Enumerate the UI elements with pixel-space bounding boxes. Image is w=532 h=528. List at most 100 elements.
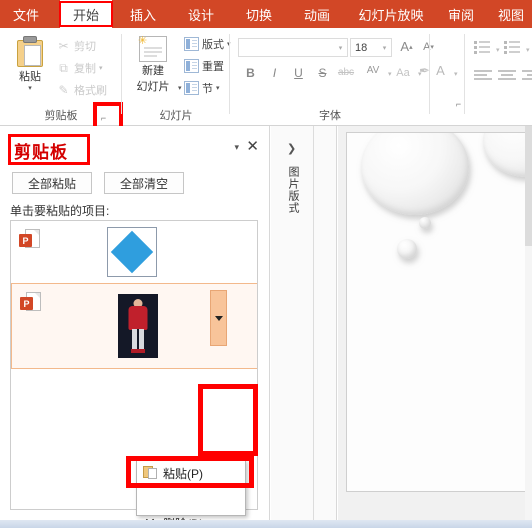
numbered-list-icon[interactable]: [504, 40, 520, 54]
pane-close-icon[interactable]: ✕: [246, 137, 259, 155]
bullet-list-icon[interactable]: [474, 40, 490, 54]
brush-icon: ✎: [58, 83, 69, 97]
bold-label: B: [246, 65, 255, 80]
section-caret-icon[interactable]: ▾: [216, 84, 220, 92]
paste-icon: [15, 36, 45, 68]
new-slide-caret-icon[interactable]: ▾: [178, 84, 182, 92]
clipboard-pane-hint: 单击要粘贴的项目:: [10, 204, 110, 218]
ribbon-group-clipboard: 粘贴 ▾ ✂ 剪切 ⧉ 复制 ▾ ✎ 格式刷 剪贴板 ⌐: [0, 28, 123, 131]
strip-divider: [313, 126, 314, 528]
pane-options-caret-icon[interactable]: ▾: [234, 142, 239, 153]
char-spacing-label: AV: [366, 65, 380, 76]
tab-file[interactable]: 文件: [0, 0, 52, 28]
grow-font-label: A: [400, 39, 410, 54]
clipboard-item-dropdown-button[interactable]: [210, 290, 227, 346]
new-slide-icon: ✳: [138, 35, 167, 62]
tab-slideshow[interactable]: 幻灯片放映: [350, 0, 432, 28]
font-color-button[interactable]: A: [432, 62, 449, 79]
context-menu-paste[interactable]: 粘贴(P): [137, 461, 245, 486]
expand-panel-icon[interactable]: ❯: [287, 142, 296, 155]
text-shadow-button[interactable]: S: [314, 64, 331, 81]
numbering-caret-icon[interactable]: ▾: [526, 46, 530, 54]
font-name-chevron-down-icon[interactable]: ▾: [334, 44, 347, 52]
strikethrough-button[interactable]: abc: [334, 64, 358, 81]
clipboard-item-context-menu: 粘贴(P) ✕ 删除(D): [136, 460, 246, 528]
clipboard-pane: 剪贴板 ▾ ✕ 全部粘贴 全部清空 单击要粘贴的项目: P P 粘贴(P): [0, 126, 270, 528]
reset-icon: [184, 59, 199, 73]
char-spacing-caret-icon[interactable]: ▾: [388, 70, 392, 78]
clipboard-pane-title-highlight: [8, 134, 90, 165]
section-button[interactable]: 节 ▾: [184, 80, 220, 96]
reset-label: 重置: [202, 61, 224, 73]
align-left-icon[interactable]: [474, 70, 492, 83]
tab-file-label: 文件: [12, 7, 39, 23]
slides-group-label: 幻灯片: [159, 110, 193, 122]
clipboard-item-picture[interactable]: P: [11, 283, 257, 369]
copy-button[interactable]: ⧉ 复制 ▾: [56, 60, 103, 76]
droplet-large-icon: [361, 133, 469, 215]
change-case-label: Aa: [396, 66, 410, 79]
clipboard-item-shape[interactable]: P: [11, 221, 257, 283]
tab-review-label: 审阅: [447, 7, 474, 23]
format-painter-button[interactable]: ✎ 格式刷: [56, 82, 107, 98]
font-color-label: A: [436, 63, 445, 78]
slide-scrollbar[interactable]: [525, 126, 532, 528]
layout-button[interactable]: 版式 ▾: [184, 36, 231, 52]
paste-button[interactable]: 粘贴 ▾: [8, 36, 52, 92]
tab-design-label: 设计: [187, 7, 214, 23]
tab-transitions-label: 切换: [245, 7, 272, 23]
tab-insert-label: 插入: [129, 7, 156, 23]
section-label: 节: [202, 83, 213, 95]
copy-label: 复制: [74, 63, 96, 75]
layout-icon: [184, 37, 199, 51]
clipboard-item-picture-thumbnail: [118, 294, 158, 358]
clipboard-dialog-launcher[interactable]: ⌐: [97, 111, 110, 124]
new-slide-label-1: 新建: [142, 65, 164, 77]
change-case-button[interactable]: Aa: [392, 64, 414, 81]
ribbon-group-slides: ✳ 新建 幻灯片 ▾ 版式 ▾ 重置 节 ▾: [122, 28, 231, 126]
tab-slideshow-label: 幻灯片放映: [358, 7, 424, 23]
font-color-caret-icon[interactable]: ▾: [454, 70, 458, 78]
bullet-caret-icon[interactable]: ▾: [496, 46, 500, 54]
new-slide-label-2: 幻灯片: [136, 81, 170, 93]
ribbon-group-paragraph: A ▾ ⌐ ▾ ▾: [430, 28, 532, 126]
bold-button[interactable]: B: [242, 64, 259, 81]
font-name-input[interactable]: ▾: [238, 38, 348, 57]
italic-button[interactable]: I: [266, 64, 283, 81]
font-size-chevron-down-icon[interactable]: ▾: [378, 44, 391, 52]
character-spacing-button[interactable]: AV: [361, 62, 385, 79]
powerpoint-file-icon: P: [20, 292, 42, 314]
slide-scrollbar-thumb[interactable]: [525, 126, 532, 246]
change-case-caret-icon[interactable]: ▾: [418, 70, 422, 78]
clear-all-button[interactable]: 全部清空: [104, 172, 184, 194]
tab-design[interactable]: 设计: [178, 0, 224, 28]
font-size-input[interactable]: 18 ▾: [350, 38, 392, 57]
align-right-icon[interactable]: [522, 70, 532, 83]
paste-caret-icon[interactable]: ▾: [28, 84, 32, 92]
tab-view-label: 视图: [497, 7, 524, 23]
underline-button[interactable]: U: [290, 64, 307, 81]
slide-canvas[interactable]: [346, 132, 532, 492]
tab-transitions[interactable]: 切换: [236, 0, 282, 28]
underline-label: U: [294, 65, 303, 80]
tab-animations[interactable]: 动画: [294, 0, 340, 28]
copy-caret-icon[interactable]: ▾: [99, 64, 103, 72]
tab-view[interactable]: 视图: [490, 0, 532, 28]
align-center-icon[interactable]: [498, 70, 516, 83]
section-icon: [184, 81, 199, 95]
slide-editing-area: [338, 126, 532, 528]
droplet-small-icon: [397, 239, 417, 259]
tab-home[interactable]: 开始: [60, 0, 112, 28]
thumbnail-strip-label: 图片版式: [287, 166, 299, 214]
paste-all-button[interactable]: 全部粘贴: [12, 172, 92, 194]
tab-insert[interactable]: 插入: [120, 0, 166, 28]
cut-button[interactable]: ✂ 剪切: [56, 38, 96, 54]
layout-label: 版式: [202, 39, 224, 51]
tab-review[interactable]: 审阅: [440, 0, 482, 28]
status-bar: [0, 520, 532, 528]
new-slide-button[interactable]: ✳ 新建 幻灯片: [128, 35, 178, 94]
reset-button[interactable]: 重置: [184, 58, 224, 74]
format-painter-label: 格式刷: [74, 85, 107, 97]
shadow-label: S: [318, 65, 327, 80]
grow-font-button[interactable]: A ▴: [398, 38, 415, 55]
